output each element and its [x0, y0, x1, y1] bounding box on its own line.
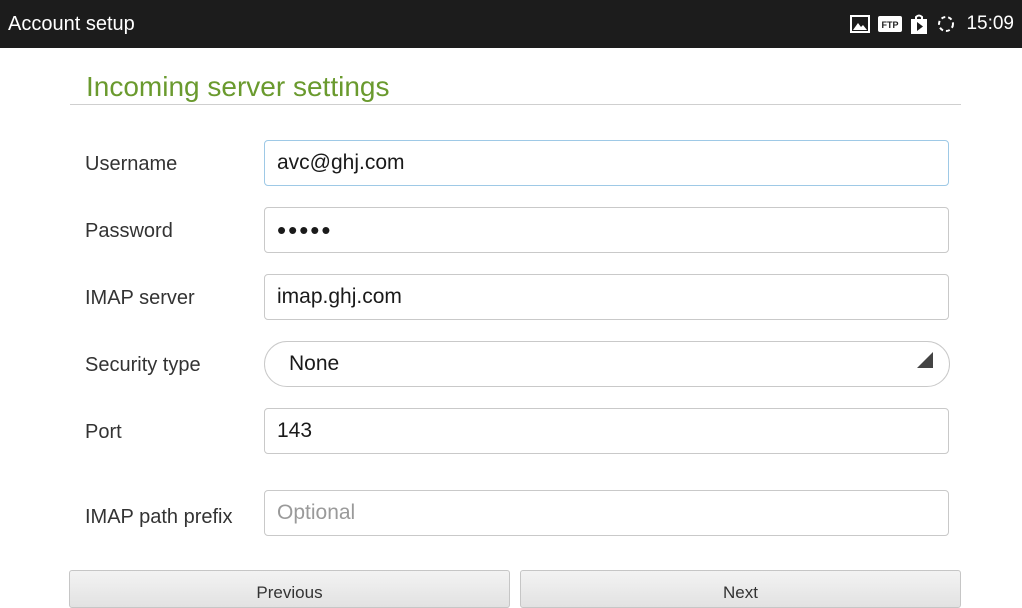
ftp-icon: FTP: [878, 16, 903, 32]
imap-path-prefix-label: IMAP path prefix: [85, 506, 233, 528]
status-icons: FTP 15:09: [850, 12, 1014, 36]
imap-path-prefix-field[interactable]: Optional: [264, 490, 949, 536]
image-icon: [850, 15, 871, 33]
dropdown-triangle-icon: [917, 350, 933, 374]
previous-button[interactable]: Previous: [69, 570, 510, 608]
sync-icon: [936, 14, 956, 34]
imap-server-field[interactable]: imap.ghj.com: [264, 274, 949, 320]
security-type-label: Security type: [85, 354, 201, 376]
security-type-value: None: [289, 352, 340, 375]
next-button[interactable]: Next: [520, 570, 961, 608]
port-field[interactable]: 143: [264, 408, 949, 454]
imap-server-label: IMAP server: [85, 287, 195, 309]
clock: 15:09: [966, 13, 1014, 34]
username-field[interactable]: avc@ghj.com: [264, 140, 949, 186]
section-divider: [70, 104, 961, 105]
password-field[interactable]: •••••: [264, 207, 949, 253]
app-title: Account setup: [8, 13, 135, 35]
port-label: Port: [85, 421, 122, 443]
section-title: Incoming server settings: [86, 71, 390, 102]
username-label: Username: [85, 153, 178, 175]
password-value: •••••: [277, 215, 333, 245]
port-value: 143: [277, 419, 313, 442]
play-store-icon: [910, 14, 928, 34]
status-bar: Account setup FTP 15:09: [0, 0, 1022, 48]
username-value: avc@ghj.com: [277, 151, 405, 174]
password-label: Password: [85, 220, 173, 242]
svg-text:FTP: FTP: [882, 20, 899, 30]
imap-server-value: imap.ghj.com: [277, 285, 402, 308]
security-type-select[interactable]: None: [264, 341, 950, 387]
imap-path-prefix-placeholder: Optional: [277, 501, 356, 524]
